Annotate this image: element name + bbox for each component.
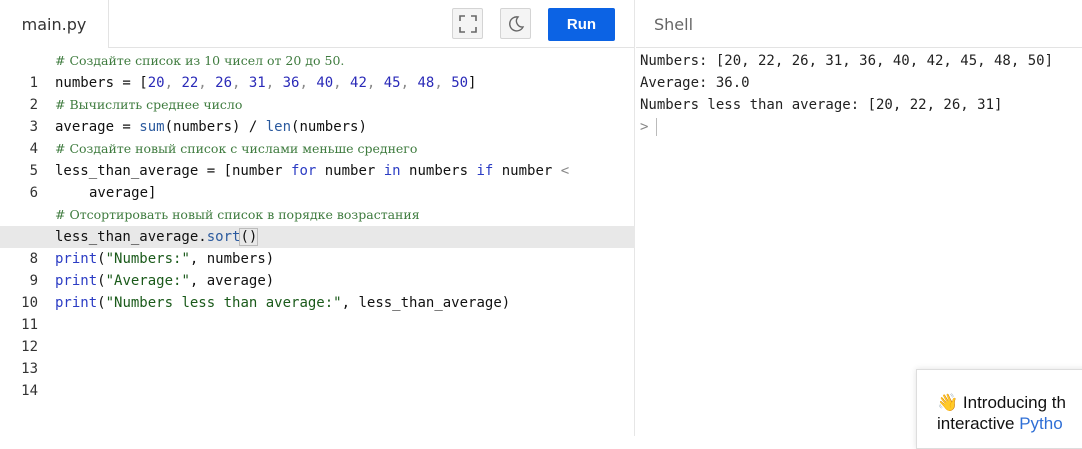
shell-input-line[interactable]: > [640,116,1053,138]
code-text: less_than_average = [number [55,163,292,179]
code-line: 2 numbers = [20, 22, 26, 31, 36, 40, 42,… [0,72,635,113]
code-keyword: in [383,163,401,179]
code-text: , average) [189,273,275,289]
popup-highlight: Pytho [1019,414,1063,433]
run-button[interactable]: Run [548,8,615,41]
waving-hand-icon: 👋 [937,393,959,412]
code-builtin: len [265,119,292,135]
code-string: "Numbers:" [105,251,190,267]
code-line: 6 less_than_average = [number for number… [0,160,635,204]
code-line: 11 print("Numbers less than average:", l… [0,292,635,333]
code-line: 3 # Вычислить среднее число [0,94,635,135]
code-line: 12 [0,314,635,355]
code-line: 14 [0,358,635,399]
code-line: 7 # Отсортировать новый список в порядке… [0,204,635,245]
line-number: 6 [29,185,38,201]
code-line: 5 # Создайте новый список с числами мень… [0,138,635,179]
announcement-popup[interactable]: 👋 Introducing th interactive Pytho [916,369,1082,449]
code-line: 4 average = sum(numbers) / len(numbers) [0,116,635,157]
editor-pane: main.py Run 1 # Создайте список из 10 чи… [0,0,635,436]
moon-icon [508,15,524,32]
code-text: numbers [400,163,477,179]
code-text: , less_than_average) [341,295,511,311]
code-text: less_than_average. [55,229,207,245]
code-text: average] [89,185,157,201]
fullscreen-button[interactable] [452,8,483,39]
shell-output[interactable]: Numbers: [20, 22, 26, 31, 36, 40, 42, 45… [640,50,1053,138]
code-comment: # Вычислить среднее число [55,97,243,112]
code-text: , numbers) [189,251,275,267]
line-number: 14 [21,383,38,399]
code-number: 45 [383,75,401,91]
popup-title-line2: interactive [937,414,1020,433]
file-tab-label: main.py [21,14,87,34]
code-builtin: sum [139,119,165,135]
prompt-symbol: > [640,119,649,135]
code-number: 42 [350,75,367,91]
code-keyword: for [291,163,317,179]
output-line: Average: 36.0 [640,75,750,91]
file-tab-main-py[interactable]: main.py [0,0,109,48]
online-python-ide: main.py Run 1 # Создайте список из 10 чи… [0,0,1082,449]
code-comment: # Отсортировать новый список в порядке в… [55,207,420,222]
fullscreen-icon [458,14,477,33]
code-text: (numbers) [291,119,367,135]
code-number: 22 [181,75,199,91]
code-text: average = [55,119,140,135]
output-line: Numbers less than average: [20, 22, 26, … [640,97,1003,113]
code-text: numbers = [ [55,75,148,91]
code-number: 20 [147,75,165,91]
code-operator: < [560,163,570,179]
popup-text: 👋 Introducing th interactive Pytho [937,392,1066,434]
code-comment: # Создайте новый список с числами меньше… [55,141,418,156]
code-line-active: 8 less_than_average.sort() [0,226,635,267]
shell-title: Shell [654,14,694,34]
code-number: 36 [282,75,300,91]
code-bracket-match: () [239,228,259,246]
shell-header: Shell [636,0,1082,48]
code-number: 31 [248,75,266,91]
code-line: 1 # Создайте список из 10 чисел от 20 до… [0,50,635,91]
code-text: ( [97,273,106,289]
code-line: 10 print("Average:", average) [0,270,635,311]
code-method: sort [206,229,241,245]
code-number: 40 [316,75,334,91]
code-text: ( [97,295,106,311]
code-comment: # Создайте список из 10 чисел от 20 до 5… [55,53,345,68]
code-line: 13 [0,336,635,377]
text-cursor [656,118,658,136]
code-editor[interactable]: 1 # Создайте список из 10 чисел от 20 до… [0,50,635,399]
output-line: Numbers: [20, 22, 26, 31, 36, 40, 42, 45… [640,53,1054,69]
code-string: "Numbers less than average:" [105,295,342,311]
code-string: "Average:" [105,273,190,289]
code-keyword: if [476,163,494,179]
code-number: 50 [451,75,469,91]
code-number: 26 [215,75,233,91]
code-builtin: print [55,295,98,311]
code-text: number [316,163,384,179]
code-text: number [493,163,561,179]
dark-mode-toggle[interactable] [500,8,531,39]
code-text: ( [97,251,106,267]
code-line: 9 print("Numbers:", numbers) [0,248,635,289]
code-builtin: print [55,273,98,289]
code-number: 48 [417,75,435,91]
code-builtin: print [55,251,98,267]
editor-toolbar: main.py Run [0,0,634,48]
popup-title-line1: Introducing th [962,393,1066,412]
code-text: (numbers) / [164,119,266,135]
